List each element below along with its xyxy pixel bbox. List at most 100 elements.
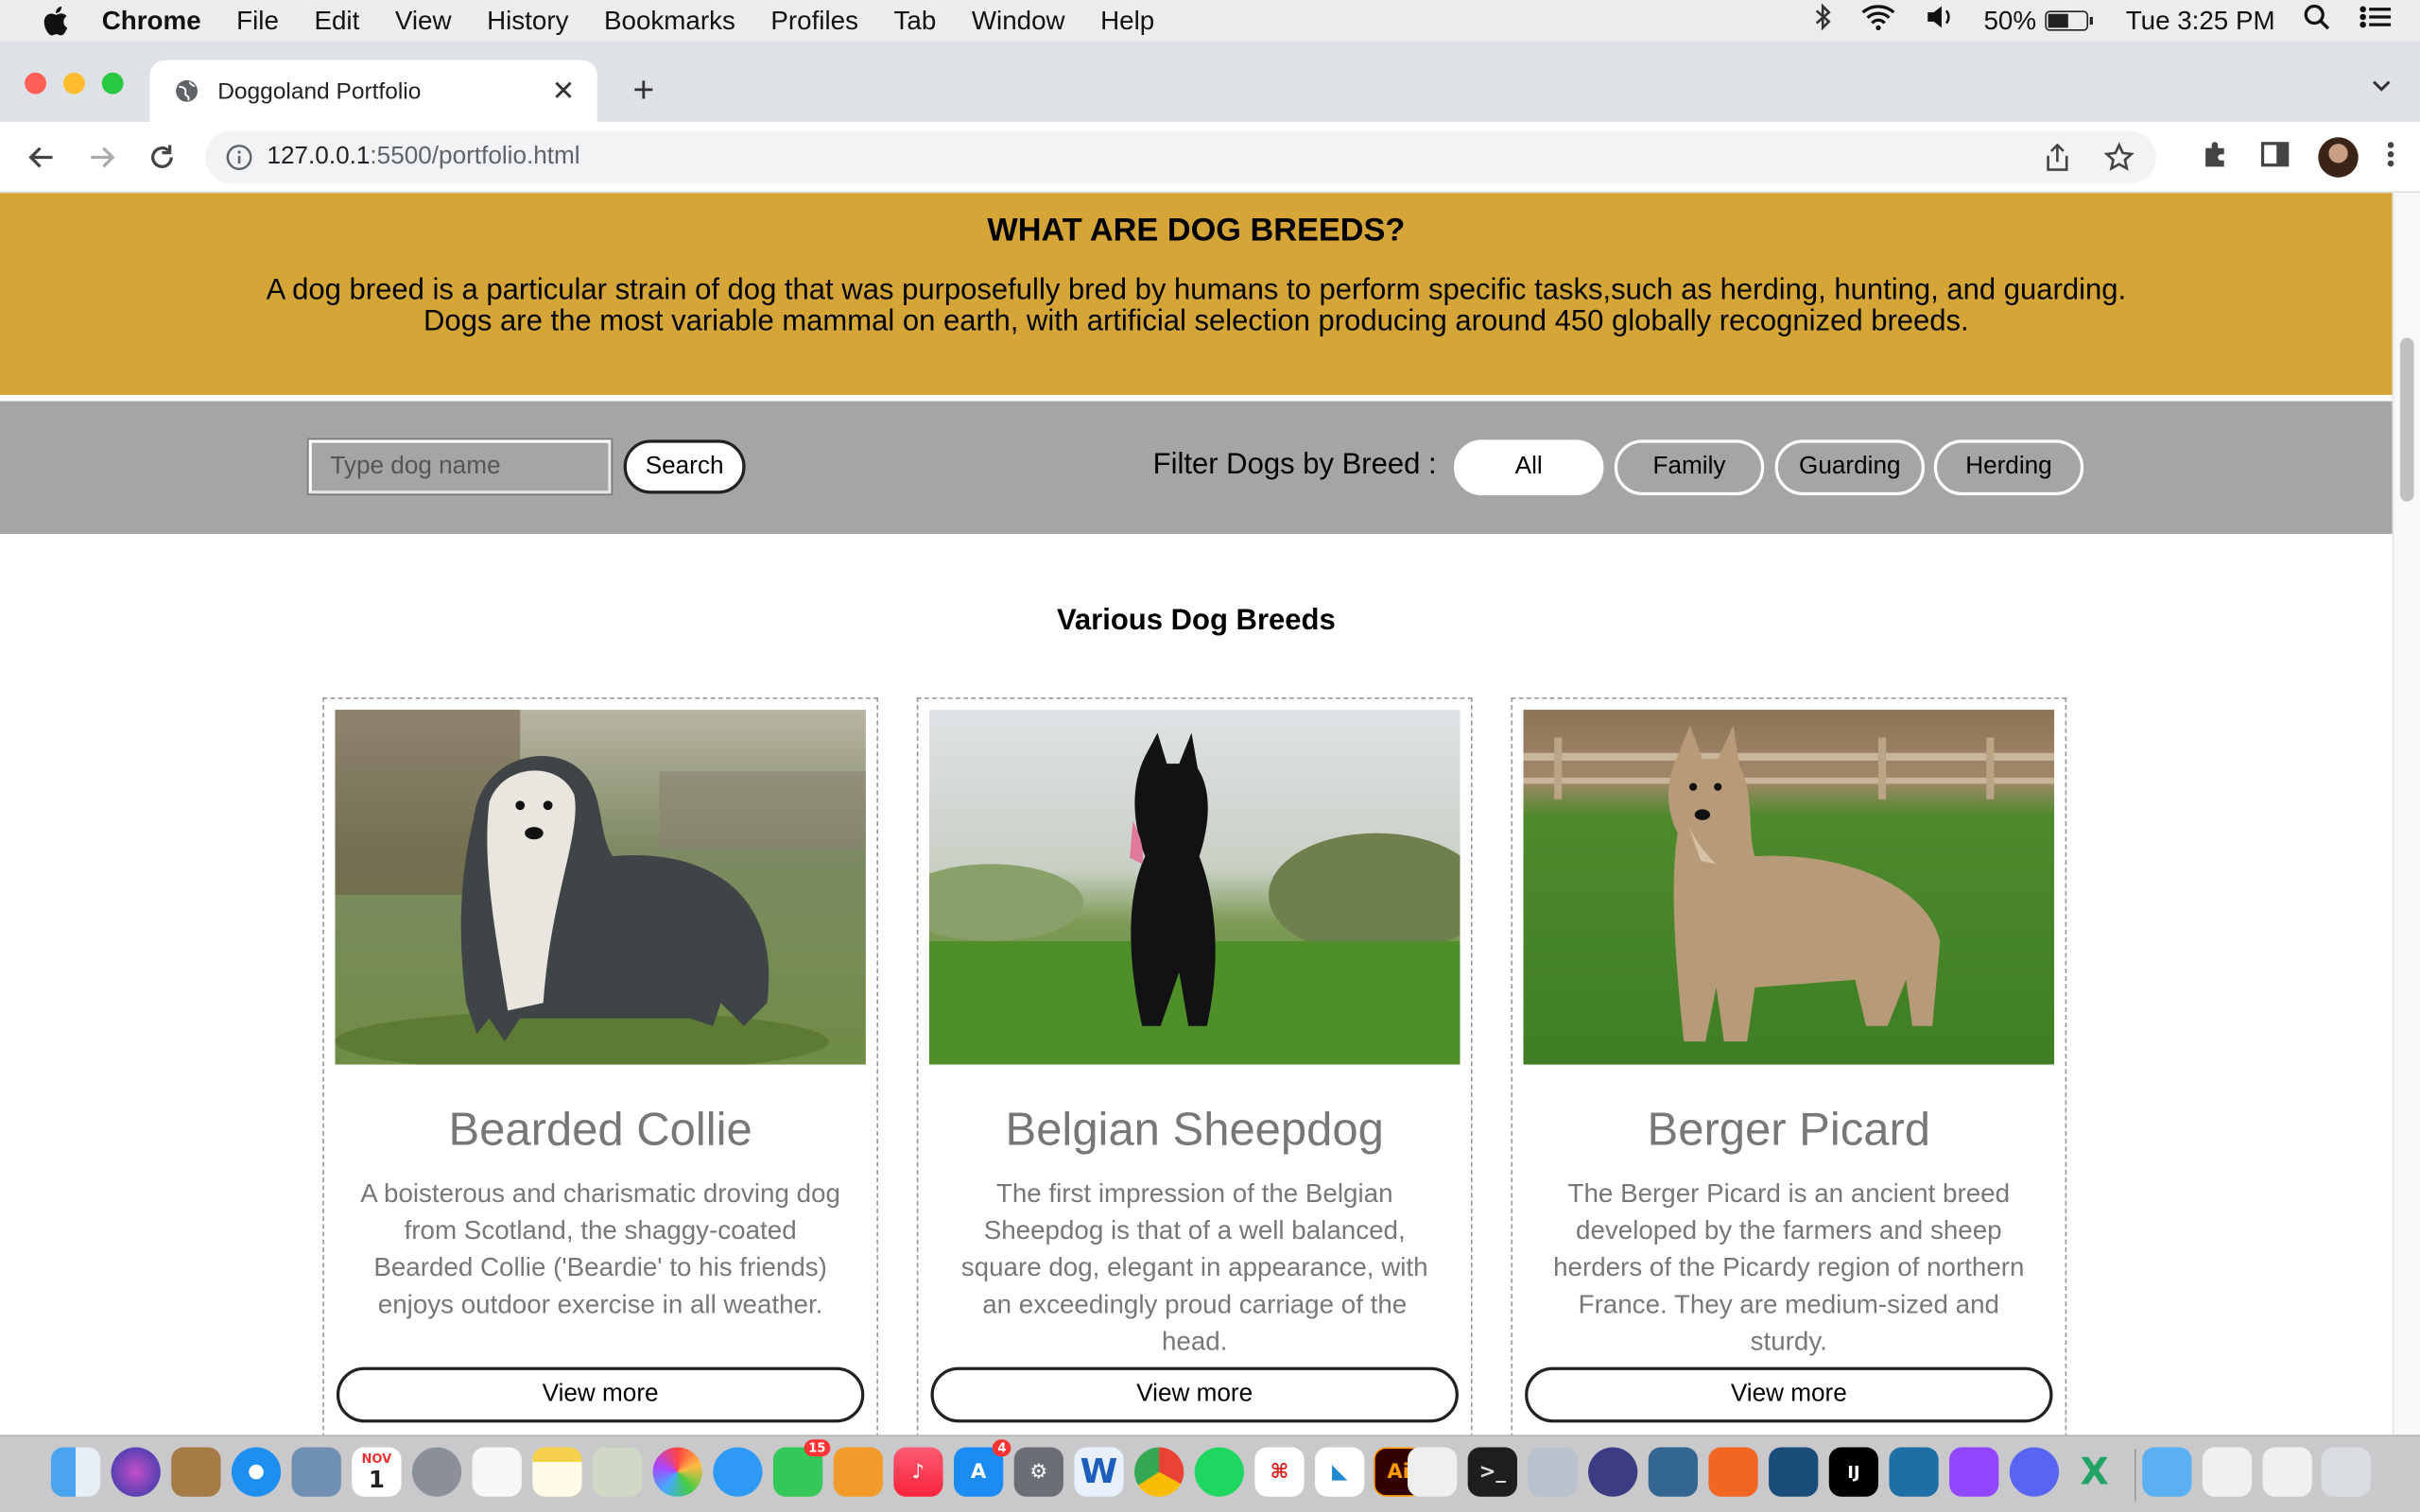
section-title: Various Dog Breeds <box>1056 605 1336 638</box>
filter-chip-herding[interactable]: Herding <box>1933 439 2084 496</box>
share-icon[interactable] <box>2042 142 2073 180</box>
menu-file[interactable]: File <box>236 6 279 37</box>
side-panel-icon[interactable] <box>2259 138 2290 177</box>
postgresql-icon[interactable] <box>1648 1447 1698 1497</box>
reload-button[interactable] <box>144 139 181 176</box>
excel-icon[interactable]: X <box>2069 1447 2118 1496</box>
app-store-badge: 4 <box>993 1439 1011 1457</box>
system-preferences-icon[interactable]: ⚙ <box>1013 1447 1063 1497</box>
site-info-icon[interactable] <box>225 144 252 171</box>
calendar-icon[interactable]: NOV 1 <box>352 1447 402 1497</box>
menu-tab[interactable]: Tab <box>894 6 937 37</box>
bluetooth-icon[interactable] <box>1814 3 1833 39</box>
menu-view[interactable]: View <box>395 6 452 37</box>
minimize-window-button[interactable] <box>62 72 85 94</box>
window-manager-icon[interactable] <box>1889 1447 1939 1497</box>
volume-icon[interactable] <box>1925 5 1956 37</box>
books-icon[interactable] <box>833 1447 883 1497</box>
view-more-button[interactable]: View more <box>336 1366 865 1423</box>
spotlight-search-icon[interactable] <box>2303 3 2330 39</box>
hero-text-line-2: Dogs are the most variable mammal on ear… <box>423 305 1969 338</box>
notefile-icon[interactable] <box>171 1447 221 1497</box>
profile-avatar[interactable] <box>2318 137 2359 178</box>
app-store-icon[interactable]: A 4 <box>954 1439 1011 1497</box>
view-more-button[interactable]: View more <box>930 1366 1459 1423</box>
dog-name-search-input[interactable] <box>306 438 614 496</box>
discord-icon[interactable] <box>2009 1447 2060 1497</box>
menu-bookmarks[interactable]: Bookmarks <box>604 6 735 37</box>
menu-help[interactable]: Help <box>1100 6 1154 37</box>
trash-icon[interactable] <box>2321 1447 2371 1497</box>
macos-menu-bar: Chrome File Edit View History Bookmarks … <box>0 0 2420 43</box>
disk-utility-icon[interactable] <box>1528 1447 1578 1497</box>
menu-history[interactable]: History <box>487 6 568 37</box>
filter-chip-all[interactable]: All <box>1454 439 1604 496</box>
forward-button[interactable] <box>83 139 120 176</box>
filter-bar: Search Filter Dogs by Breed : All Family… <box>0 401 2393 534</box>
chrome-menu-kebab-icon[interactable] <box>2386 138 2395 177</box>
page-scrollbar[interactable] <box>2392 193 2420 1435</box>
menu-edit[interactable]: Edit <box>314 6 359 37</box>
close-tab-icon[interactable]: ✕ <box>548 76 579 108</box>
battery-icon <box>2045 10 2094 31</box>
chrome-icon[interactable] <box>1134 1447 1184 1497</box>
tab-search-chevron-icon[interactable] <box>2371 76 2393 97</box>
maps-icon[interactable] <box>592 1447 643 1497</box>
dog-description: The first impression of the Belgian Shee… <box>960 1178 1428 1357</box>
hero-text-line-1: A dog breed is a particular strain of do… <box>266 274 2127 307</box>
word-icon[interactable]: W <box>1074 1447 1124 1497</box>
bookmark-star-icon[interactable] <box>2103 142 2135 180</box>
menu-profiles[interactable]: Profiles <box>770 6 858 37</box>
downloads-folder-icon[interactable] <box>2142 1447 2192 1497</box>
intellij-icon[interactable]: IJ <box>1828 1447 1878 1497</box>
notes-icon[interactable] <box>532 1447 582 1497</box>
siri-icon[interactable] <box>111 1447 161 1497</box>
scrollbar-thumb[interactable] <box>2399 337 2414 502</box>
view-more-button[interactable]: View more <box>1525 1366 2053 1423</box>
spotify-icon[interactable] <box>1194 1447 1244 1497</box>
back-button[interactable] <box>23 139 60 176</box>
acrobat-icon[interactable]: ⌘ <box>1254 1447 1305 1497</box>
sublime-icon[interactable] <box>1708 1447 1758 1497</box>
eclipse-icon[interactable] <box>1588 1447 1638 1497</box>
menu-app-chrome[interactable]: Chrome <box>102 6 201 37</box>
reminders-icon[interactable] <box>472 1447 522 1497</box>
page-viewport: WHAT ARE DOG BREEDS? A dog breed is a pa… <box>0 193 2420 1435</box>
launchpad-icon[interactable] <box>411 1447 462 1497</box>
filter-chip-family[interactable]: Family <box>1614 439 1765 496</box>
music-icon[interactable]: ♪ <box>893 1447 943 1497</box>
photos-icon[interactable] <box>652 1447 702 1497</box>
control-center-icon[interactable] <box>2359 5 2393 37</box>
bearded-collie-photo <box>335 710 866 1065</box>
filter-chip-guarding[interactable]: Guarding <box>1774 439 1925 496</box>
twitch-icon[interactable] <box>1949 1447 1999 1497</box>
search-button[interactable]: Search <box>623 439 746 494</box>
vscode-icon[interactable]: ◣ <box>1315 1447 1365 1497</box>
address-bar[interactable]: 127.0.0.1:5500/portfolio.html <box>205 130 2156 184</box>
calendar-day: 1 <box>368 1466 385 1494</box>
close-window-button[interactable] <box>25 72 46 94</box>
tab-doggoland-portfolio[interactable]: Doggoland Portfolio ✕ <box>149 60 597 122</box>
browser-toolbar: 127.0.0.1:5500/portfolio.html <box>0 121 2420 194</box>
new-tab-button[interactable]: + <box>625 69 662 112</box>
recent-document-icon[interactable] <box>2262 1447 2312 1497</box>
browser-tab-strip: Doggoland Portfolio ✕ + <box>0 42 2420 122</box>
extensions-puzzle-icon[interactable] <box>2201 138 2232 177</box>
terminal-icon[interactable]: >_ <box>1467 1447 1517 1497</box>
safari-icon[interactable] <box>231 1447 282 1497</box>
preview-icon[interactable] <box>291 1447 341 1497</box>
mysql-workbench-icon[interactable] <box>1769 1447 1819 1497</box>
messages-icon[interactable] <box>713 1447 763 1497</box>
recent-window-icon[interactable] <box>2202 1447 2253 1497</box>
battery-status[interactable]: 50% <box>1983 6 2094 37</box>
facetime-icon[interactable]: 15 <box>772 1439 831 1497</box>
apple-menu-icon[interactable] <box>37 4 74 38</box>
finder-icon[interactable] <box>50 1447 101 1497</box>
textedit-icon[interactable] <box>1408 1447 1458 1497</box>
dog-card-berger-picard: Berger Picard The Berger Picard is an an… <box>1511 696 2067 1435</box>
belgian-sheepdog-photo <box>928 710 1461 1065</box>
clock[interactable]: Tue 3:25 PM <box>2126 6 2275 37</box>
wifi-icon[interactable] <box>1860 3 1897 39</box>
maximize-window-button[interactable] <box>101 72 124 94</box>
menu-window[interactable]: Window <box>972 6 1065 37</box>
